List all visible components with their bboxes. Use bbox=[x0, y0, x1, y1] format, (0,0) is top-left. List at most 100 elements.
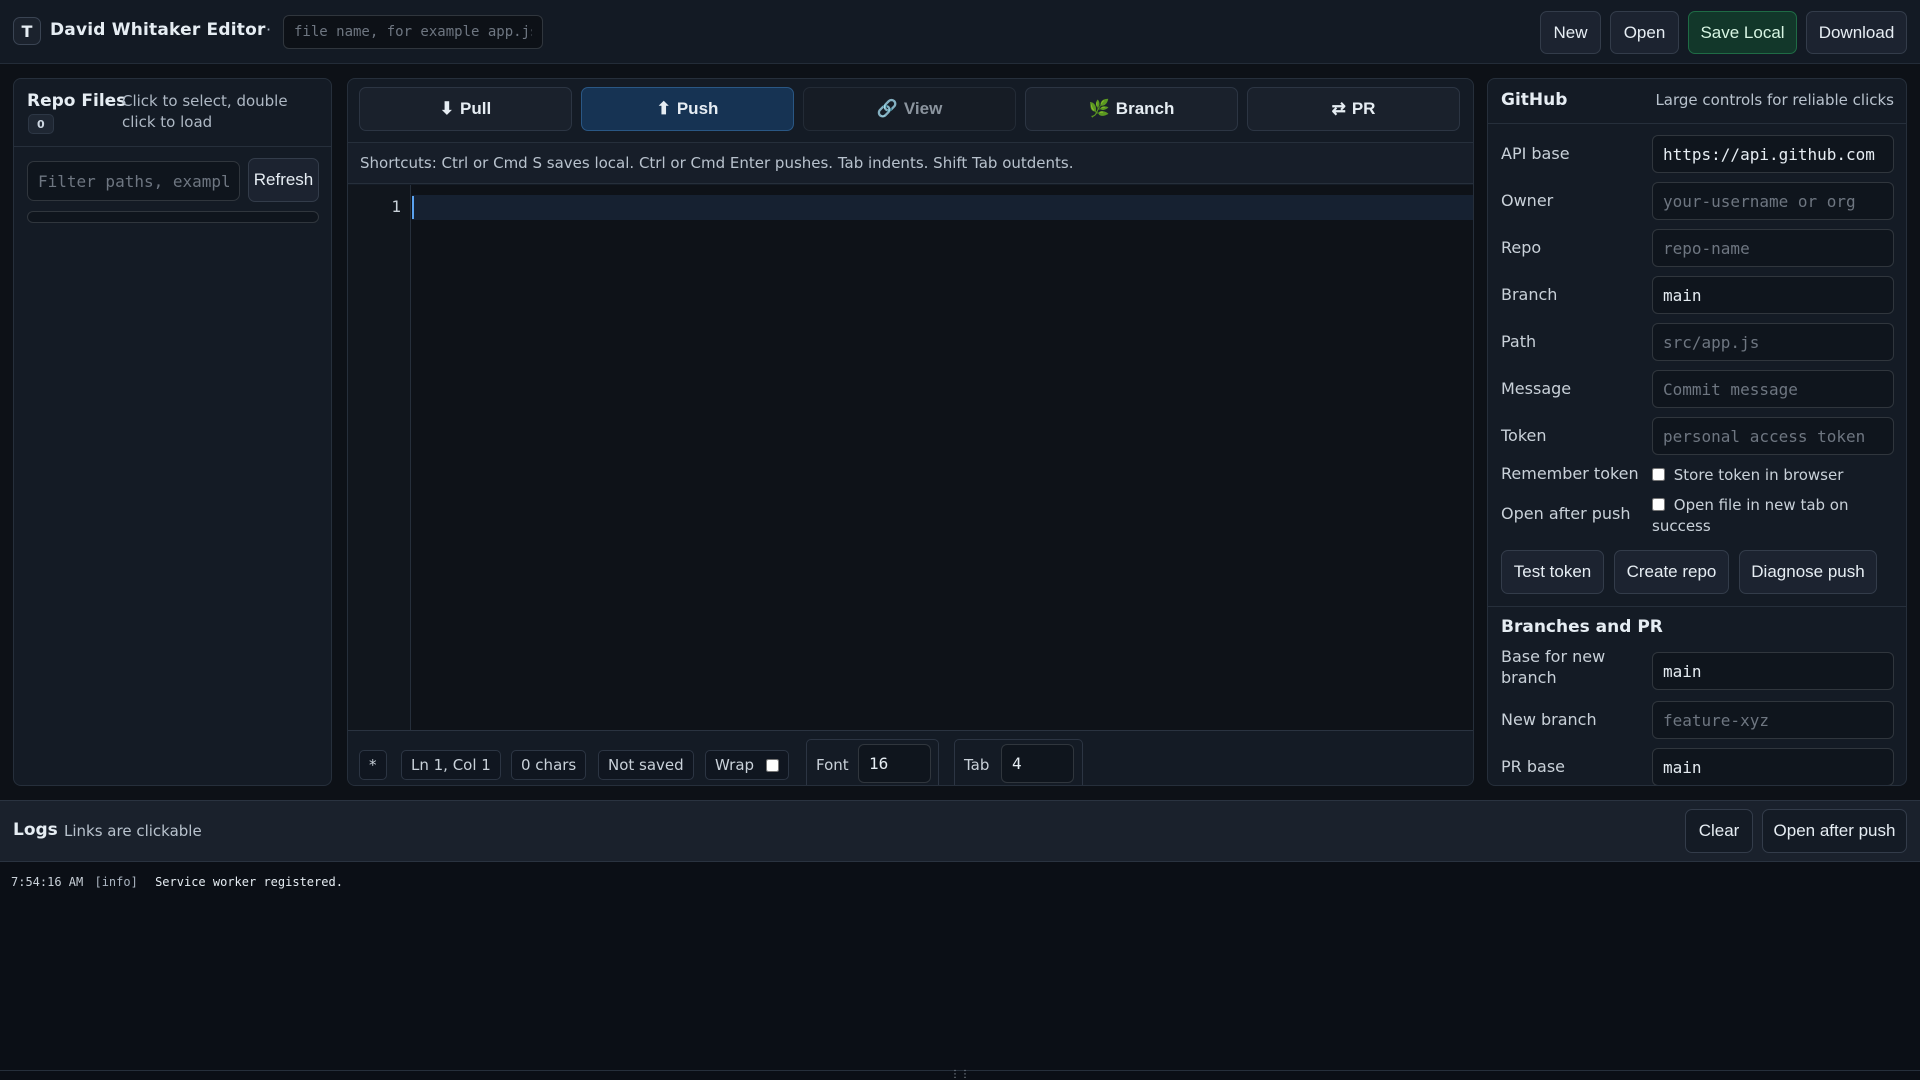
push-button[interactable]: ⬆ Push bbox=[581, 87, 794, 131]
pull-label: Pull bbox=[460, 99, 492, 118]
log-message: Service worker registered. bbox=[155, 875, 343, 889]
branch-input[interactable] bbox=[1652, 276, 1894, 314]
line-number: 1 bbox=[391, 197, 401, 216]
api-base-label: API base bbox=[1501, 144, 1570, 163]
resize-handle-icon[interactable]: ⋮⋮ bbox=[0, 1070, 1920, 1080]
path-input[interactable] bbox=[1652, 323, 1894, 361]
char-count: 0 chars bbox=[511, 750, 587, 780]
save-status: Not saved bbox=[598, 750, 694, 780]
save-local-button[interactable]: Save Local bbox=[1688, 11, 1797, 54]
pr-base-input[interactable] bbox=[1652, 748, 1894, 785]
open-after-push-button[interactable]: Open after push bbox=[1762, 809, 1907, 853]
wrap-toggle[interactable]: Wrap bbox=[705, 750, 790, 780]
font-size-input[interactable] bbox=[858, 744, 931, 783]
new-branch-label: New branch bbox=[1501, 710, 1597, 729]
create-repo-button[interactable]: Create repo bbox=[1614, 550, 1729, 594]
pr-label: PR bbox=[1351, 99, 1376, 118]
remember-token-text: Store token in browser bbox=[1673, 466, 1844, 484]
repo-files-panel: Repo Files 0 Click to select, double cli… bbox=[13, 78, 332, 786]
font-size-control: Font bbox=[806, 739, 939, 785]
divider bbox=[1488, 606, 1906, 607]
open-button[interactable]: Open bbox=[1610, 11, 1679, 54]
base-branch-input[interactable] bbox=[1652, 652, 1894, 690]
app-logo: T bbox=[13, 17, 41, 45]
new-branch-input[interactable] bbox=[1652, 701, 1894, 739]
filename-input[interactable] bbox=[283, 15, 543, 49]
title-separator: · bbox=[266, 20, 272, 39]
download-arrow-icon: ⬇ bbox=[439, 99, 455, 118]
github-hint: Large controls for reliable clicks bbox=[1655, 91, 1894, 109]
swap-arrows-icon: ⇄ bbox=[1331, 99, 1346, 118]
github-title: GitHub bbox=[1501, 90, 1568, 110]
current-line-highlight bbox=[412, 195, 1473, 220]
repo-input[interactable] bbox=[1652, 229, 1894, 267]
api-base-input[interactable] bbox=[1652, 135, 1894, 173]
top-bar: T David Whitaker Editor · New Open Save … bbox=[0, 0, 1920, 64]
tab-size-label: Tab bbox=[964, 756, 990, 774]
commit-message-input[interactable] bbox=[1652, 370, 1894, 408]
open-after-push-checkbox[interactable] bbox=[1652, 498, 1665, 511]
log-entry: 7:54:16 AM [info] Service worker registe… bbox=[11, 875, 343, 889]
line-number-gutter: 1 bbox=[348, 185, 411, 730]
download-button[interactable]: Download bbox=[1806, 11, 1907, 54]
view-button[interactable]: 🔗 View bbox=[803, 87, 1016, 131]
tab-size-input[interactable] bbox=[1001, 744, 1074, 783]
token-label: Token bbox=[1501, 426, 1547, 445]
open-after-push-text: Open file in new tab on success bbox=[1652, 496, 1849, 535]
font-size-label: Font bbox=[816, 756, 849, 774]
clear-logs-button[interactable]: Clear bbox=[1685, 809, 1753, 853]
wrap-label: Wrap bbox=[715, 756, 755, 774]
modified-indicator: * bbox=[359, 750, 387, 780]
link-icon: 🔗 bbox=[876, 99, 898, 118]
wrap-checkbox[interactable] bbox=[766, 758, 780, 772]
branch-button[interactable]: 🌿 Branch bbox=[1025, 87, 1238, 131]
logs-header: Logs Links are clickable Clear Open afte… bbox=[0, 800, 1920, 862]
logs-hint: Links are clickable bbox=[64, 822, 202, 840]
divider bbox=[1488, 123, 1906, 124]
log-time: 7:54:16 AM bbox=[11, 875, 84, 889]
repo-label: Repo bbox=[1501, 238, 1542, 257]
open-after-push-label: Open after push bbox=[1501, 504, 1631, 523]
pr-button[interactable]: ⇄ PR bbox=[1247, 87, 1460, 131]
remember-token-option[interactable]: Store token in browser bbox=[1652, 465, 1892, 486]
app-title: David Whitaker Editor bbox=[50, 20, 266, 40]
shortcuts-hint: Shortcuts: Ctrl or Cmd S saves local. Ct… bbox=[348, 142, 1473, 184]
open-after-push-option[interactable]: Open file in new tab on success bbox=[1652, 495, 1892, 537]
base-branch-label: Base for new branch bbox=[1501, 647, 1606, 687]
leaf-icon: 🌿 bbox=[1088, 99, 1110, 118]
branch-label: Branch bbox=[1501, 285, 1558, 304]
text-cursor bbox=[412, 196, 414, 219]
branch-label: Branch bbox=[1115, 99, 1175, 118]
owner-label: Owner bbox=[1501, 191, 1554, 210]
repo-file-list[interactable] bbox=[27, 211, 319, 223]
filter-paths-input[interactable] bbox=[27, 161, 240, 201]
logs-title: Logs bbox=[13, 820, 58, 840]
diagnose-push-button[interactable]: Diagnose push bbox=[1739, 550, 1877, 594]
branches-pr-title: Branches and PR bbox=[1501, 617, 1663, 637]
divider bbox=[14, 146, 331, 147]
push-label: Push bbox=[676, 99, 719, 118]
tab-size-control: Tab bbox=[954, 739, 1083, 785]
message-label: Message bbox=[1501, 379, 1572, 398]
code-editor[interactable]: 1 bbox=[348, 185, 1473, 730]
owner-input[interactable] bbox=[1652, 182, 1894, 220]
repo-files-hint: Click to select, double click to load bbox=[122, 92, 288, 131]
refresh-button[interactable]: Refresh bbox=[248, 158, 319, 202]
github-panel: GitHub Large controls for reliable click… bbox=[1487, 78, 1907, 786]
repo-files-title: Repo Files bbox=[27, 91, 127, 111]
pull-button[interactable]: ⬇ Pull bbox=[359, 87, 572, 131]
upload-arrow-icon: ⬆ bbox=[656, 99, 671, 118]
repo-file-count-badge: 0 bbox=[28, 114, 54, 134]
editor-panel: ⬇ Pull ⬆ Push 🔗 View 🌿 Branch ⇄ PR Short… bbox=[347, 78, 1474, 786]
remember-token-checkbox[interactable] bbox=[1652, 468, 1665, 481]
view-label: View bbox=[903, 99, 943, 118]
new-button[interactable]: New bbox=[1540, 11, 1601, 54]
log-level: [info] bbox=[94, 875, 138, 889]
editor-status-bar: * Ln 1, Col 1 0 chars Not saved Wrap Fon… bbox=[348, 730, 1473, 785]
token-input[interactable] bbox=[1652, 417, 1894, 455]
remember-token-label: Remember token bbox=[1501, 464, 1639, 483]
log-output: 7:54:16 AM [info] Service worker registe… bbox=[0, 862, 1920, 1070]
path-label: Path bbox=[1501, 332, 1537, 351]
pr-base-label: PR base bbox=[1501, 757, 1565, 776]
test-token-button[interactable]: Test token bbox=[1501, 550, 1604, 594]
